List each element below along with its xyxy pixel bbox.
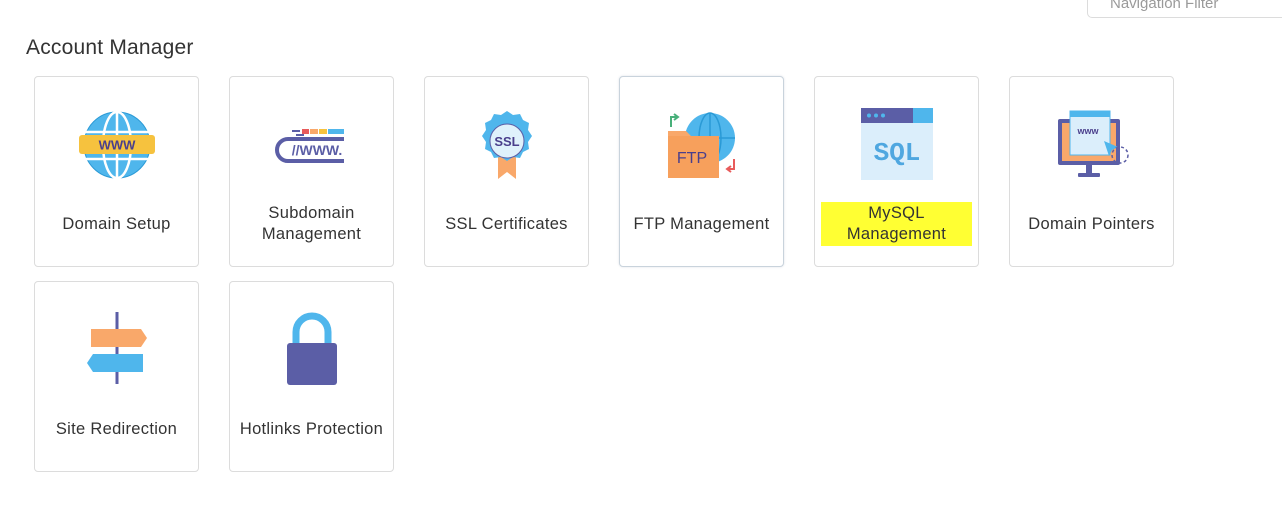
tile-domain-pointers[interactable]: www Domain Pointers [1009, 76, 1174, 267]
ssl-badge-icon: SSL [467, 105, 547, 185]
sql-text: SQL [873, 138, 920, 168]
tile-domain-setup[interactable]: WWW Domain Setup [34, 76, 199, 267]
tile-mysql-management[interactable]: SQL MySQL Management [814, 76, 979, 267]
sql-window-icon: SQL [857, 105, 937, 185]
tile-label: Domain Pointers [1028, 214, 1155, 233]
subdomain-www-text: //WWW. [291, 142, 342, 158]
ftp-folder-globe-icon: FTP [662, 105, 742, 185]
tile-site-redirection[interactable]: Site Redirection [34, 281, 199, 472]
tile-ssl-certificates[interactable]: SSL SSL Certificates [424, 76, 589, 267]
ssl-text: SSL [494, 134, 519, 149]
section-title: Account Manager [26, 36, 194, 59]
signpost-icon [77, 310, 157, 390]
navigation-filter-input[interactable] [1087, 0, 1282, 18]
tile-subdomain-management[interactable]: //WWW. Subdomain Management [229, 76, 394, 267]
monitor-pointer-icon: www [1052, 105, 1132, 185]
ftp-text: FTP [676, 150, 706, 167]
tile-ftp-management[interactable]: FTP FTP Management [619, 76, 784, 267]
globe-www-text: WWW [98, 138, 136, 153]
tile-label: Domain Setup [62, 214, 171, 233]
padlock-icon [272, 310, 352, 390]
tile-hotlinks-protection[interactable]: Hotlinks Protection [229, 281, 394, 472]
tile-label: Subdomain Management [261, 204, 362, 243]
tile-label: Hotlinks Protection [239, 419, 384, 438]
tile-label: MySQL Management [821, 199, 972, 249]
tile-label: FTP Management [633, 214, 770, 233]
www-address-bar-icon: //WWW. [272, 105, 352, 185]
monitor-www-text: www [1076, 126, 1099, 136]
tile-label: SSL Certificates [445, 214, 568, 233]
highlighted-label: MySQL Management [821, 202, 972, 246]
globe-www-icon: WWW [77, 105, 157, 185]
tile-label: Site Redirection [55, 419, 178, 438]
